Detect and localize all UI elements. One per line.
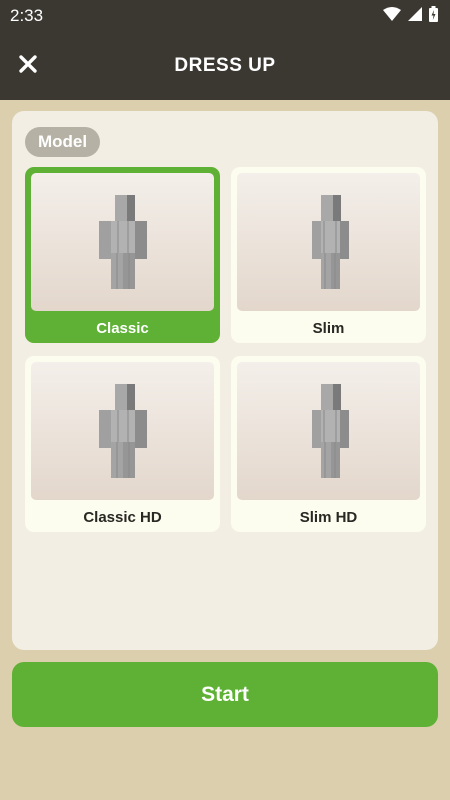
signal-icon: [408, 6, 422, 26]
close-icon: [18, 54, 38, 79]
model-option-label: Slim: [312, 319, 345, 337]
status-bar: 2:33: [0, 0, 450, 32]
model-option-slim[interactable]: Slim: [231, 167, 426, 343]
classic-model-figure: [98, 195, 147, 289]
model-option-label: Slim HD: [299, 508, 358, 526]
app-bar: DRESS UP: [0, 32, 450, 100]
status-icons: [383, 5, 438, 27]
model-option-label: Classic HD: [83, 508, 162, 526]
battery-icon: [429, 5, 438, 27]
model-thumbnail: [237, 362, 420, 500]
slim-model-figure: [311, 195, 349, 289]
model-section-label: Model: [25, 127, 101, 157]
model-option-classic-hd[interactable]: Classic HD: [25, 356, 220, 532]
model-thumbnail: [237, 173, 420, 311]
model-thumbnail: [31, 362, 214, 500]
model-option-slim-hd[interactable]: Slim HD: [231, 356, 426, 532]
wifi-icon: [383, 6, 401, 26]
model-option-classic[interactable]: Classic: [25, 167, 220, 343]
classic-hd-model-figure: [98, 384, 147, 478]
page-title: DRESS UP: [174, 55, 276, 76]
slim-hd-model-figure: [311, 384, 349, 478]
model-option-label: Classic: [96, 319, 149, 337]
start-button[interactable]: Start: [12, 662, 438, 727]
close-button[interactable]: [14, 52, 42, 80]
status-time: 2:33: [10, 6, 44, 25]
model-panel: Model Classic Slim Classic HD Slim HD: [12, 111, 438, 650]
model-thumbnail: [31, 173, 214, 311]
